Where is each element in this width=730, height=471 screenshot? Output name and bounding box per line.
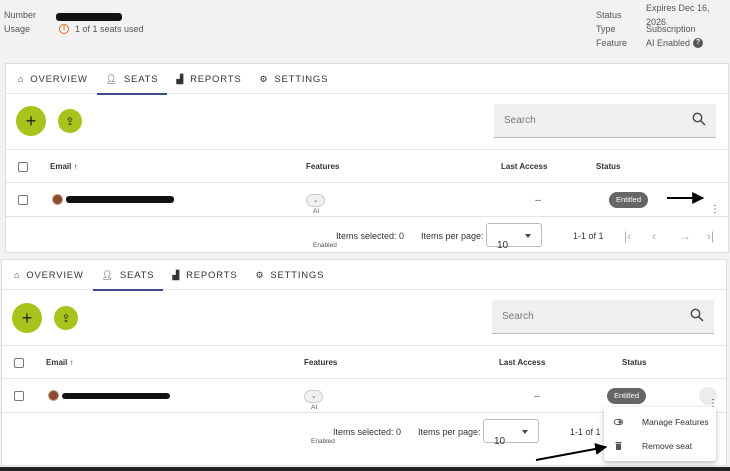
- menu-item-manage-features[interactable]: Manage Features: [604, 410, 716, 434]
- next-page-icon[interactable]: →: [679, 219, 691, 253]
- items-selected: Items selected: 0: [333, 427, 402, 437]
- chart-icon: ▟: [172, 269, 181, 280]
- feature-chip: AI Enabled ⌄: [306, 194, 337, 249]
- column-status: Status: [622, 358, 647, 367]
- feature-value: AI Enabled ?: [646, 36, 704, 50]
- last-access-value: --: [534, 391, 540, 401]
- column-features: Features: [304, 358, 338, 367]
- select-all-checkbox[interactable]: [14, 358, 24, 368]
- last-access-value: --: [535, 195, 541, 205]
- home-icon: ⌂: [18, 74, 25, 84]
- plus-icon: +: [21, 307, 33, 328]
- avatar: [48, 390, 59, 401]
- license-info: Number Usage ! 1 of 1 seats used Status …: [0, 0, 730, 64]
- tab-settings[interactable]: ⚙ SETTINGS: [246, 260, 333, 290]
- column-last-access: Last Access: [501, 162, 548, 171]
- pagination: Items selected: 0 Items per page: 10 1-1…: [6, 219, 728, 253]
- status-badge: Entitled: [607, 388, 647, 404]
- type-value: Subscription: [646, 24, 696, 34]
- add-seat-button[interactable]: +: [16, 106, 46, 136]
- tab-settings[interactable]: ⚙ SETTINGS: [250, 64, 337, 94]
- items-per-page-label: Items per page:: [418, 427, 481, 437]
- items-selected: Items selected: 0: [336, 231, 405, 241]
- toggle-icon: [614, 419, 623, 425]
- avatar: [52, 194, 63, 205]
- table-header: Email ↑ Features Last Access Status: [2, 345, 726, 379]
- search-placeholder: Search: [502, 311, 534, 322]
- seats-panel-before: ⌂ OVERVIEW 👤︎ SEATS ▟ REPORTS ⚙ SETTINGS + ⇪…: [5, 63, 729, 253]
- column-status: Status: [596, 162, 621, 171]
- add-seat-button[interactable]: +: [12, 303, 42, 333]
- email-redacted: [62, 393, 170, 399]
- table-header: Email ↑ Features Last Access Status: [6, 149, 728, 183]
- plus-icon: +: [25, 110, 37, 131]
- chart-icon: ▟: [176, 73, 185, 84]
- tab-overview[interactable]: ⌂ OVERVIEW: [9, 64, 97, 94]
- items-per-page-select[interactable]: 10: [483, 419, 539, 447]
- page-range: 1-1 of 1: [570, 427, 601, 437]
- feature-label: Feature: [596, 38, 628, 48]
- items-per-page-label: Items per page:: [421, 231, 484, 241]
- column-last-access: Last Access: [499, 358, 546, 367]
- page-range: 1-1 of 1: [573, 231, 604, 241]
- warning-icon: !: [59, 24, 69, 34]
- row-checkbox[interactable]: [14, 391, 24, 401]
- items-per-page-select[interactable]: 10: [486, 223, 542, 251]
- upload-icon: ⇪: [61, 312, 71, 325]
- search-icon: [690, 308, 704, 322]
- search-icon: [692, 112, 706, 126]
- trash-icon: [615, 442, 622, 450]
- help-icon[interactable]: ?: [693, 38, 704, 48]
- first-page-icon[interactable]: |‹: [624, 219, 631, 253]
- person-icon: 👤︎: [105, 73, 118, 84]
- search-placeholder: Search: [504, 115, 536, 126]
- status-badge: Entitled: [609, 192, 649, 208]
- row-actions-menu: Manage Features Remove seat: [604, 407, 716, 461]
- usage-value: ! 1 of 1 seats used: [59, 22, 144, 36]
- menu-item-remove-seat[interactable]: Remove seat: [604, 434, 716, 458]
- upload-icon: ⇪: [65, 115, 75, 128]
- gear-icon: ⚙: [259, 73, 269, 84]
- home-icon: ⌂: [14, 270, 21, 280]
- tab-bar: ⌂ OVERVIEW 👤︎ SEATS ▟ REPORTS ⚙ SETTINGS: [6, 64, 728, 95]
- column-features: Features: [306, 162, 340, 171]
- prev-page-icon[interactable]: ‹: [652, 219, 656, 253]
- feature-chip: AI Enabled ⌄: [304, 390, 335, 445]
- table-row: AI Enabled ⌄ -- Entitled ⋮: [6, 183, 728, 249]
- bottom-edge: [0, 467, 730, 471]
- column-email[interactable]: Email ↑: [50, 150, 78, 184]
- email-redacted: [66, 196, 174, 203]
- status-value: Expires Dec 16, 2026: [646, 3, 710, 27]
- status-label: Status: [596, 10, 622, 20]
- tab-seats[interactable]: 👤︎ SEATS: [96, 64, 168, 95]
- tab-bar: ⌂ OVERVIEW 👤︎ SEATS ▟ REPORTS ⚙ SETTINGS: [2, 260, 726, 291]
- last-page-icon[interactable]: ›|: [707, 219, 714, 253]
- tab-seats[interactable]: 👤︎ SEATS: [92, 260, 164, 291]
- column-email[interactable]: Email ↑: [46, 346, 74, 380]
- caret-down-icon: [525, 234, 531, 238]
- row-checkbox[interactable]: [18, 195, 28, 205]
- usage-label: Usage: [4, 24, 31, 34]
- search-input[interactable]: Search: [492, 300, 714, 334]
- tab-reports[interactable]: ▟ REPORTS: [163, 260, 246, 290]
- type-label: Type: [596, 24, 616, 34]
- number-label: Number: [4, 10, 37, 20]
- upload-button[interactable]: ⇪: [54, 306, 78, 330]
- gear-icon: ⚙: [255, 269, 265, 280]
- tab-reports[interactable]: ▟ REPORTS: [167, 64, 250, 94]
- select-all-checkbox[interactable]: [18, 162, 28, 172]
- search-input[interactable]: Search: [494, 104, 716, 138]
- upload-button[interactable]: ⇪: [58, 109, 82, 133]
- tab-overview[interactable]: ⌂ OVERVIEW: [5, 260, 93, 290]
- row-actions-button[interactable]: ⋮: [699, 387, 718, 409]
- person-icon: 👤︎: [101, 269, 114, 280]
- row-actions-button[interactable]: ⋮: [703, 193, 720, 215]
- caret-down-icon: [522, 430, 528, 434]
